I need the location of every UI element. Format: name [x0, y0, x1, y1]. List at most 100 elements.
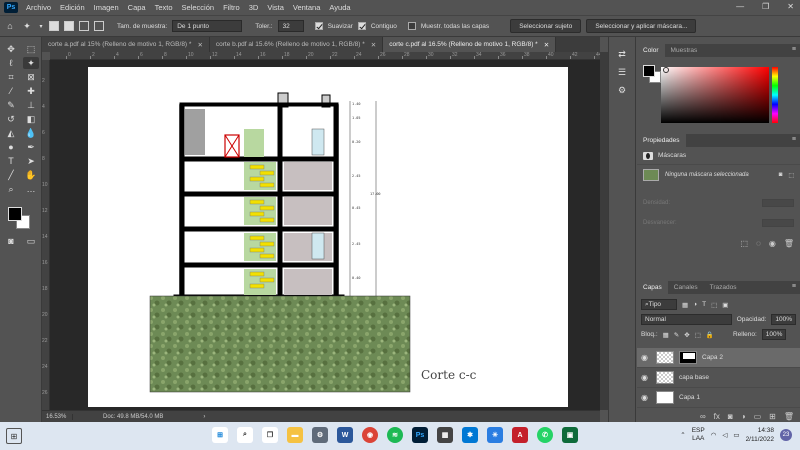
dodge-tool-icon[interactable]: ●: [3, 141, 19, 153]
crop-tool-icon[interactable]: ⌗: [3, 71, 19, 83]
chrome-icon[interactable]: ◉: [362, 427, 378, 443]
add-selection-icon[interactable]: [64, 21, 74, 31]
contiguous-checkbox[interactable]: [357, 22, 366, 30]
tab-corte-c[interactable]: corte c.pdf al 16.5% (Relleno de motivo …: [383, 37, 557, 52]
layer-row[interactable]: ◉ capa base: [637, 368, 800, 388]
layer-row[interactable]: ◉ Capa 1: [637, 388, 800, 408]
close-icon[interactable]: ✕: [197, 41, 202, 49]
app-icon[interactable]: ✳: [487, 427, 503, 443]
panel-menu-icon[interactable]: ≡: [792, 46, 796, 53]
eye-icon[interactable]: ◉: [641, 393, 651, 402]
layer-filter-select[interactable]: ⌕ Tipo: [641, 299, 677, 310]
screen-mode-icon[interactable]: ▭: [23, 235, 39, 247]
history-icon[interactable]: ⇄: [614, 47, 630, 61]
menu-texto[interactable]: Texto: [155, 3, 173, 12]
move-tool-icon[interactable]: ✥: [3, 43, 19, 55]
filter-type-icon[interactable]: T: [702, 301, 706, 308]
app-icon[interactable]: ▣: [562, 427, 578, 443]
new-layer-icon[interactable]: ⊞: [769, 412, 776, 421]
adjustments-icon[interactable]: ☰: [614, 65, 630, 79]
lock-artboard-icon[interactable]: ⬚: [695, 331, 701, 339]
panel-menu-icon[interactable]: ≡: [792, 283, 796, 290]
horizontal-ruler[interactable]: 0 2 4 6 8 10 12 14 16 18 20 22 24 26 28 30 32 34 36 38 40 42 4…: [50, 52, 602, 60]
color-picker-field[interactable]: [661, 67, 769, 123]
foreground-color-swatch[interactable]: [643, 65, 655, 77]
notification-icon[interactable]: ⊞: [6, 428, 22, 444]
eraser-tool-icon[interactable]: ◧: [23, 113, 39, 125]
subtract-selection-icon[interactable]: [79, 21, 89, 31]
menu-edicion[interactable]: Edición: [60, 3, 85, 12]
status-arrow[interactable]: ›: [203, 414, 205, 420]
add-mask-icon[interactable]: ◙: [728, 412, 733, 421]
pen-tool-icon[interactable]: ✒: [23, 141, 39, 153]
eyedropper-tool-icon[interactable]: ⁄: [3, 85, 19, 97]
intersect-selection-icon[interactable]: [94, 21, 104, 31]
notification-badge[interactable]: 23: [780, 429, 792, 441]
sample-all-checkbox[interactable]: [407, 22, 416, 30]
vector-mask-icon[interactable]: ⬚: [788, 172, 794, 179]
menu-ayuda[interactable]: Ayuda: [329, 3, 350, 12]
trash-icon[interactable]: 🗑: [784, 239, 794, 248]
trash-icon[interactable]: 🗑: [784, 412, 794, 421]
actions-icon[interactable]: ⚙: [614, 83, 630, 97]
settings-icon[interactable]: ⚙: [312, 427, 328, 443]
blend-mode-select[interactable]: Normal: [641, 314, 732, 325]
menu-seleccion[interactable]: Selección: [182, 3, 215, 12]
search-icon[interactable]: ⌕: [237, 427, 253, 443]
hand-tool-icon[interactable]: ✋: [23, 169, 39, 181]
link-layers-icon[interactable]: ∞: [700, 412, 706, 421]
density-input[interactable]: [762, 199, 794, 207]
paint-bucket-icon[interactable]: ◭: [3, 127, 19, 139]
menu-vista[interactable]: Vista: [267, 3, 284, 12]
line-tool-icon[interactable]: ╱: [3, 169, 19, 181]
zoom-level[interactable]: 16.53%: [42, 414, 72, 420]
canvas-area[interactable]: 1.40 1.05 0.20 2.45 0.45 2.45 0.40 17.00: [50, 60, 600, 410]
pixel-mask-icon[interactable]: ◙: [779, 172, 783, 178]
vertical-ruler[interactable]: 2 4 6 8 10 12 14 16 18 20 22 24 26: [42, 60, 50, 410]
chevron-up-icon[interactable]: ⌃: [680, 431, 685, 439]
panel-menu-icon[interactable]: ≡: [792, 136, 796, 143]
spotify-icon[interactable]: ≋: [387, 427, 403, 443]
chevron-down-icon[interactable]: ▾: [38, 20, 44, 32]
selection-icon[interactable]: ⬚: [741, 239, 749, 248]
task-view-icon[interactable]: ❐: [262, 427, 278, 443]
word-icon[interactable]: W: [337, 427, 353, 443]
eye-icon[interactable]: ◉: [641, 353, 651, 362]
stamp-tool-icon[interactable]: ⊥: [23, 99, 39, 111]
opacity-input[interactable]: 100%: [771, 314, 796, 325]
new-selection-icon[interactable]: [49, 21, 59, 31]
frame-tool-icon[interactable]: ⊠: [23, 71, 39, 83]
tab-color[interactable]: Color: [637, 44, 665, 57]
lock-brush-icon[interactable]: ✎: [674, 331, 679, 339]
menu-3d[interactable]: 3D: [249, 3, 259, 12]
filter-adjust-icon[interactable]: ◑: [693, 301, 697, 308]
tab-capas[interactable]: Capas: [637, 281, 668, 294]
menu-filtro[interactable]: Filtro: [223, 3, 240, 12]
menu-capa[interactable]: Capa: [128, 3, 146, 12]
clock[interactable]: 14:38 2/11/2022: [746, 426, 774, 444]
tab-trazados[interactable]: Trazados: [704, 281, 743, 294]
filter-shape-icon[interactable]: ⬚: [711, 301, 717, 309]
color-swatches[interactable]: [8, 207, 34, 231]
tolerance-input[interactable]: 32: [277, 20, 304, 32]
sample-size-select[interactable]: De 1 punto: [172, 20, 243, 32]
more-tools-icon[interactable]: …: [23, 183, 39, 195]
group-icon[interactable]: ▭: [754, 412, 762, 421]
photoshop-taskbar-icon[interactable]: Ps: [412, 427, 428, 443]
wifi-icon[interactable]: ◠: [711, 431, 717, 439]
windows-start-icon[interactable]: ⊞: [212, 427, 228, 443]
healing-tool-icon[interactable]: ✚: [23, 85, 39, 97]
zoom-tool-icon[interactable]: ⌕: [3, 183, 19, 195]
brush-tool-icon[interactable]: ✎: [3, 99, 19, 111]
history-brush-icon[interactable]: ↺: [3, 113, 19, 125]
vertical-scrollbar[interactable]: [600, 52, 608, 410]
file-explorer-icon[interactable]: ▬: [287, 427, 303, 443]
antialias-checkbox[interactable]: [314, 22, 323, 30]
tab-corte-a[interactable]: corte a.pdf al 15% (Relleno de motivo 1,…: [42, 37, 210, 52]
lock-all-icon[interactable]: 🔒: [706, 331, 714, 339]
filter-smart-icon[interactable]: ▣: [722, 301, 728, 309]
visibility-icon[interactable]: ◉: [769, 239, 776, 248]
lock-move-icon[interactable]: ✥: [684, 331, 689, 339]
select-and-mask-button[interactable]: Seleccionar y aplicar máscara...: [586, 19, 697, 33]
close-button[interactable]: ✕: [787, 2, 794, 11]
